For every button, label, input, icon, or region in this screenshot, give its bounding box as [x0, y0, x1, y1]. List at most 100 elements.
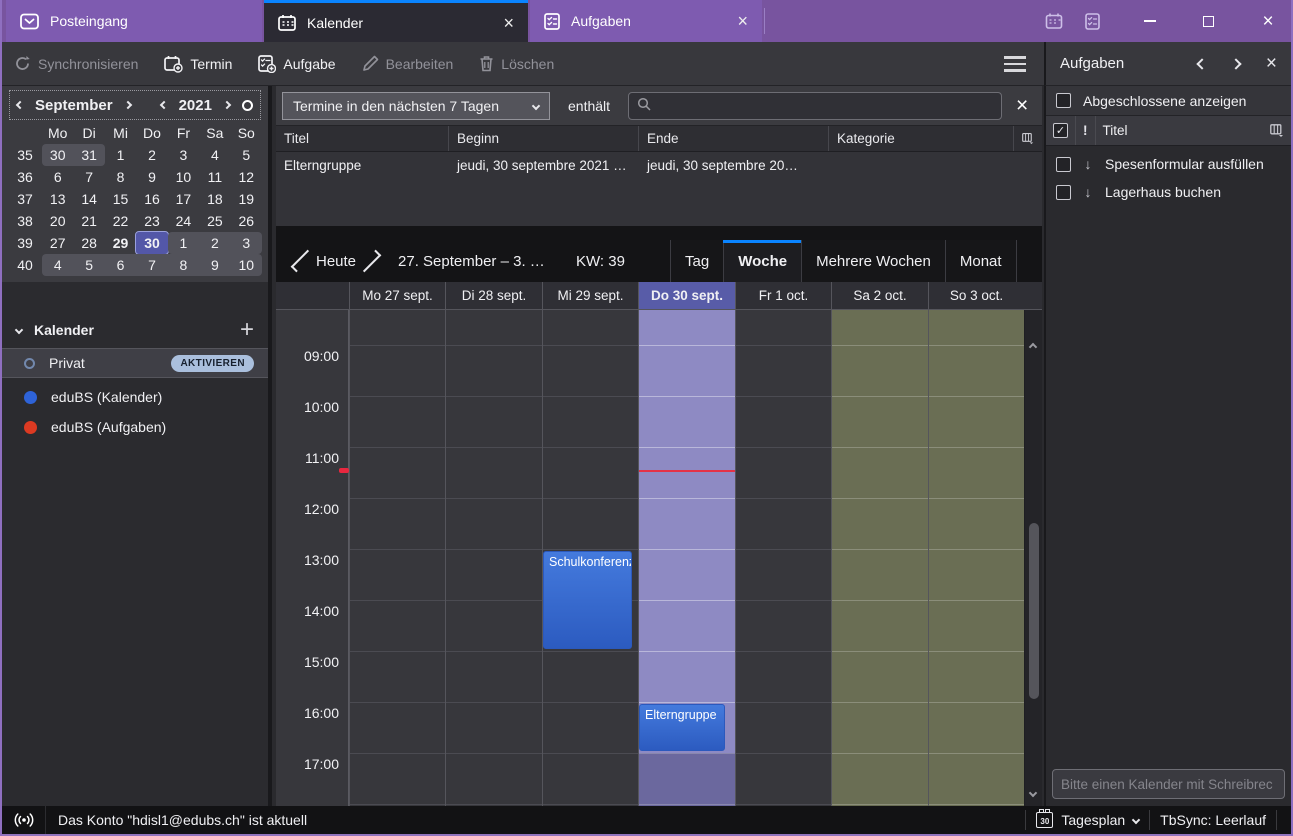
mini-day[interactable]: 2: [199, 232, 230, 254]
task-row[interactable]: ↓ Spesenformular ausfüllen: [1046, 150, 1291, 178]
mini-day[interactable]: 20: [42, 210, 73, 232]
open-calendar-tab-button[interactable]: [1042, 9, 1066, 33]
minimize-button[interactable]: [1127, 0, 1173, 42]
new-task-input[interactable]: [1052, 769, 1285, 799]
day-column-mo[interactable]: [349, 310, 445, 806]
day-column-sa[interactable]: [831, 310, 928, 806]
mini-day[interactable]: 11: [199, 166, 230, 188]
next-year-icon[interactable]: [223, 101, 231, 109]
checkbox-unchecked[interactable]: [1056, 93, 1071, 108]
mini-day[interactable]: 3: [168, 144, 199, 166]
mini-day[interactable]: 6: [42, 166, 73, 188]
column-header-ende[interactable]: Ende: [639, 126, 829, 151]
mini-day[interactable]: 21: [73, 210, 104, 232]
day-header-mi[interactable]: Mi 29 sept.: [542, 282, 638, 309]
previous-week-icon[interactable]: [291, 250, 314, 273]
taskpane-close-icon[interactable]: ×: [1266, 54, 1277, 73]
mini-day[interactable]: 23: [136, 210, 167, 232]
mini-day[interactable]: 4: [42, 254, 73, 276]
view-tab-monat[interactable]: Monat: [945, 240, 1017, 282]
scrollbar-thumb[interactable]: [1029, 523, 1039, 699]
day-header-so[interactable]: So 3 oct.: [928, 282, 1024, 309]
column-header-kategorie[interactable]: Kategorie: [829, 126, 1014, 151]
day-column-so[interactable]: [928, 310, 1024, 806]
new-task-button[interactable]: Aufgabe: [258, 55, 335, 73]
day-header-do-today[interactable]: Do 30 sept.: [638, 282, 735, 309]
column-picker-button[interactable]: [1014, 126, 1042, 151]
mini-day[interactable]: 12: [231, 166, 262, 188]
day-column-fr[interactable]: [735, 310, 831, 806]
calendar-list-header[interactable]: Kalender +: [2, 314, 268, 346]
open-tasks-tab-button[interactable]: [1080, 9, 1104, 33]
today-button[interactable]: Heute: [314, 253, 358, 270]
vertical-scrollbar[interactable]: [1024, 310, 1042, 806]
column-header-beginn[interactable]: Beginn: [449, 126, 639, 151]
mini-day[interactable]: 27: [42, 232, 73, 254]
mini-day[interactable]: 18: [199, 188, 230, 210]
tab-aufgaben[interactable]: Aufgaben ×: [530, 0, 762, 42]
mini-day[interactable]: 16: [136, 188, 167, 210]
event-row[interactable]: Elterngruppe jeudi, 30 septembre 2021 … …: [276, 152, 1042, 178]
checkbox-unchecked[interactable]: [1056, 185, 1071, 200]
next-month-icon[interactable]: [123, 101, 131, 109]
tab-posteingang[interactable]: Posteingang: [6, 0, 262, 42]
mini-day[interactable]: 31: [73, 144, 104, 166]
event-schulkonferenz[interactable]: Schulkonferenz: [543, 551, 632, 649]
delete-button[interactable]: Löschen: [479, 55, 554, 72]
edit-button[interactable]: Bearbeiten: [362, 55, 454, 72]
app-menu-button[interactable]: [1004, 56, 1026, 72]
taskpane-next-icon[interactable]: [1230, 58, 1241, 69]
scroll-up-icon[interactable]: [1029, 343, 1037, 351]
day-header-di[interactable]: Di 28 sept.: [445, 282, 542, 309]
event-filter-dropdown[interactable]: Termine in den nächsten 7 Tagen: [282, 92, 550, 120]
checkbox-unchecked[interactable]: [1056, 157, 1071, 172]
mini-day[interactable]: 3: [231, 232, 262, 254]
view-tab-mehrere-wochen[interactable]: Mehrere Wochen: [801, 240, 945, 282]
mini-day[interactable]: 7: [136, 254, 167, 276]
dayplan-button[interactable]: 30 Tagesplan: [1036, 812, 1139, 828]
mini-day[interactable]: 13: [42, 188, 73, 210]
mini-day[interactable]: 4: [199, 144, 230, 166]
calendar-item-edubs-aufgaben[interactable]: eduBS (Aufgaben): [2, 412, 268, 442]
task-row[interactable]: ↓ Lagerhaus buchen: [1046, 178, 1291, 206]
activate-badge[interactable]: AKTIVIEREN: [171, 355, 254, 372]
tab-kalender[interactable]: Kalender ×: [264, 0, 528, 42]
mini-day[interactable]: 30: [42, 144, 73, 166]
day-header-fr[interactable]: Fr 1 oct.: [735, 282, 831, 309]
new-event-button[interactable]: Termin: [164, 55, 232, 73]
priority-column-header[interactable]: !: [1076, 116, 1096, 145]
calendar-item-privat[interactable]: Privat AKTIVIEREN: [2, 348, 268, 378]
mini-day[interactable]: 1: [105, 144, 136, 166]
mini-day[interactable]: 15: [105, 188, 136, 210]
mini-day[interactable]: 2: [136, 144, 167, 166]
day-column-di[interactable]: [445, 310, 542, 806]
mini-day[interactable]: 19: [231, 188, 262, 210]
close-tab-icon[interactable]: ×: [737, 12, 748, 30]
week-grid[interactable]: 09:00 10:00 11:00 12:00 13:00 14:00 15:0…: [276, 310, 1042, 806]
close-window-button[interactable]: ×: [1245, 0, 1291, 42]
scroll-down-icon[interactable]: [1029, 789, 1037, 797]
search-input[interactable]: [657, 98, 993, 114]
mini-day[interactable]: 9: [136, 166, 167, 188]
mini-day[interactable]: 9: [199, 254, 230, 276]
taskpane-prev-icon[interactable]: [1196, 58, 1207, 69]
mini-day[interactable]: 22: [105, 210, 136, 232]
mini-day[interactable]: 17: [168, 188, 199, 210]
mini-day[interactable]: 28: [73, 232, 104, 254]
view-tab-woche[interactable]: Woche: [723, 240, 801, 282]
event-elterngruppe[interactable]: Elterngruppe: [639, 704, 725, 751]
event-search-box[interactable]: [628, 92, 1002, 120]
title-column-header[interactable]: Titel: [1096, 116, 1264, 145]
today-circle-icon[interactable]: [242, 100, 253, 111]
mini-day[interactable]: 24: [168, 210, 199, 232]
maximize-button[interactable]: [1185, 0, 1231, 42]
add-calendar-button[interactable]: +: [240, 320, 254, 340]
mini-day[interactable]: 10: [168, 166, 199, 188]
view-tab-tag[interactable]: Tag: [670, 240, 723, 282]
calendar-item-edubs-kalender[interactable]: eduBS (Kalender): [2, 382, 268, 412]
mini-day[interactable]: 8: [105, 166, 136, 188]
mini-day[interactable]: 1: [168, 232, 199, 254]
close-tab-icon[interactable]: ×: [503, 14, 514, 32]
clear-filter-button[interactable]: ×: [1016, 92, 1028, 120]
mini-day[interactable]: 14: [73, 188, 104, 210]
